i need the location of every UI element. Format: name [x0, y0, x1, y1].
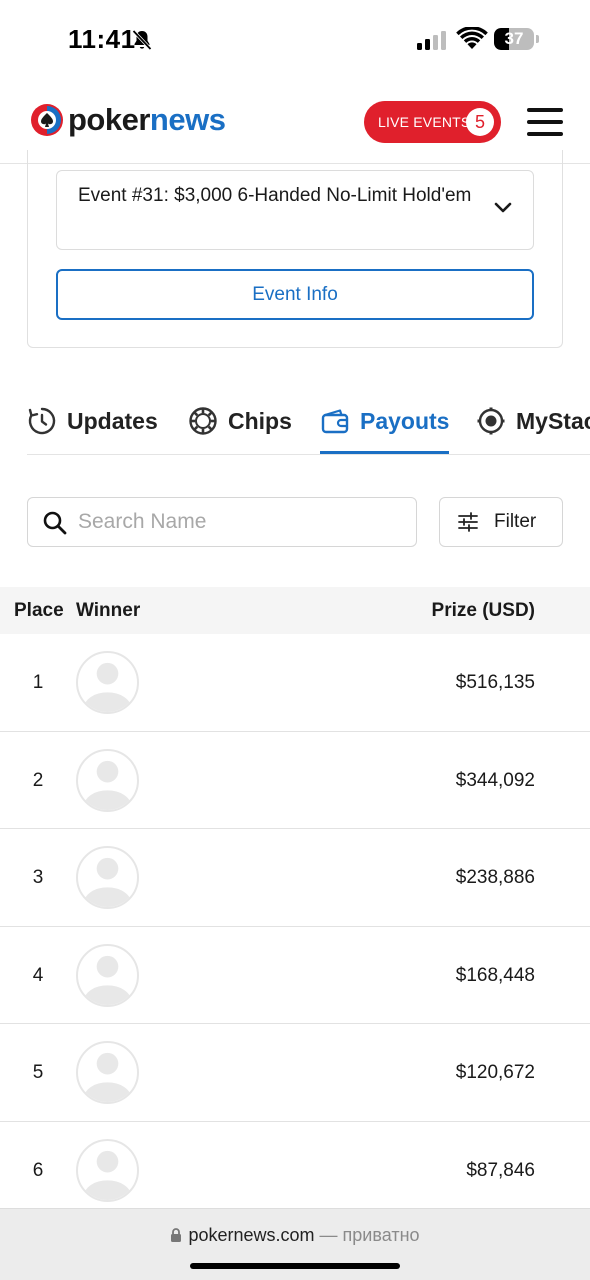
spade-logo-icon [31, 104, 63, 136]
prize-cell: $87,846 [466, 1159, 535, 1181]
status-time: 11:41 [68, 24, 136, 54]
clock-icon [28, 407, 56, 435]
tab-chips[interactable]: Chips [188, 392, 292, 454]
filter-label: Filter [494, 511, 537, 532]
avatar[interactable] [76, 943, 139, 1007]
search-box [27, 497, 417, 547]
place-cell: 3 [32, 867, 44, 888]
place-cell: 6 [32, 1159, 44, 1181]
place-cell: 4 [32, 964, 44, 986]
event-card: Event #31: $3,000 6-Handed No-Limit Hold… [27, 150, 563, 348]
tab-label: MyStac [516, 408, 590, 434]
hamburger-menu-icon[interactable] [527, 108, 563, 136]
battery-level: 37 [504, 29, 524, 48]
user-placeholder-icon [83, 760, 132, 810]
chip-icon [189, 407, 217, 435]
tab-label: Chips [228, 408, 292, 434]
search-name-input[interactable] [78, 498, 408, 546]
event-select-value: Event #31: $3,000 6-Handed No-Limit Hold… [78, 185, 472, 206]
event-info-button[interactable]: Event Info [56, 269, 534, 320]
place-cell: 1 [32, 672, 44, 693]
table-row[interactable]: 2 $344,092 [0, 732, 590, 829]
place-cell: 5 [32, 1062, 44, 1083]
avatar[interactable] [76, 1041, 139, 1104]
table-row[interactable]: 4 $168,448 [0, 927, 590, 1024]
user-placeholder-icon [83, 1052, 132, 1102]
table-body: 1 $516,135 2 $344,092 3 $238,886 4 $168,… [0, 634, 590, 1219]
table-header: Place Winner Prize (USD) [0, 587, 590, 634]
search-icon [43, 511, 67, 535]
event-select-dropdown[interactable]: Event #31: $3,000 6-Handed No-Limit Hold… [56, 170, 534, 250]
pokernews-logo[interactable]: poker news [30, 100, 226, 140]
logo-text-poker: poker [68, 102, 150, 137]
prize-cell: $120,672 [455, 1062, 535, 1083]
table-row[interactable]: 3 $238,886 [0, 829, 590, 927]
table-row[interactable]: 6 $87,846 [0, 1122, 590, 1219]
user-placeholder-icon [83, 1150, 132, 1200]
column-header-prize[interactable]: Prize (USD) [432, 587, 535, 634]
url-row[interactable]: pokernews.com — приватно [0, 1225, 590, 1246]
prize-cell: $168,448 [455, 964, 535, 986]
cellular-signal-icon [417, 31, 446, 50]
avatar[interactable] [76, 748, 139, 812]
home-indicator[interactable] [190, 1263, 400, 1269]
prize-cell: $516,135 [455, 672, 535, 693]
tab-label: Payouts [360, 408, 450, 434]
place-cell: 2 [32, 769, 44, 791]
battery-icon: 37 [494, 28, 540, 52]
lock-icon [171, 1228, 182, 1242]
avatar[interactable] [76, 846, 139, 909]
chevron-down-icon [494, 202, 512, 213]
filter-button[interactable]: Filter [439, 497, 563, 547]
user-placeholder-icon [83, 955, 132, 1005]
mystack-icon [477, 407, 505, 435]
sliders-icon [458, 512, 478, 532]
live-events-button[interactable]: LIVE EVENTS 5 [364, 101, 501, 143]
table-row[interactable]: 5 $120,672 [0, 1024, 590, 1122]
logo-text-news: news [149, 102, 226, 137]
prize-cell: $344,092 [455, 769, 535, 791]
live-events-count-badge: 5 [466, 108, 494, 136]
event-tabs: Updates Chips Payouts MyStac [27, 392, 590, 455]
column-header-winner[interactable]: Winner [76, 587, 140, 634]
column-header-place[interactable]: Place [14, 587, 64, 634]
prize-cell: $238,886 [455, 867, 535, 888]
tab-label: Updates [67, 408, 158, 434]
bell-muted-icon [132, 29, 152, 51]
status-bar: 11:41 37 [0, 0, 590, 80]
wifi-icon [456, 27, 488, 49]
table-row[interactable]: 1 $516,135 [0, 634, 590, 732]
user-placeholder-icon [83, 857, 132, 907]
payout-table: Place Winner Prize (USD) 1 $516,135 2 $3… [0, 587, 590, 1219]
url-domain: pokernews.com [188, 1225, 315, 1245]
wallet-icon [321, 409, 349, 434]
live-events-label: LIVE EVENTS [378, 114, 471, 130]
avatar[interactable] [76, 1138, 139, 1202]
user-placeholder-icon [83, 662, 132, 712]
tab-updates[interactable]: Updates [27, 392, 158, 454]
browser-address-bar[interactable]: pokernews.com — приватно [0, 1208, 590, 1280]
url-private-status: — приватно [314, 1225, 420, 1245]
tab-payouts[interactable]: Payouts [320, 392, 450, 454]
tab-mystack[interactable]: MyStac [476, 392, 590, 454]
avatar[interactable] [76, 651, 139, 714]
